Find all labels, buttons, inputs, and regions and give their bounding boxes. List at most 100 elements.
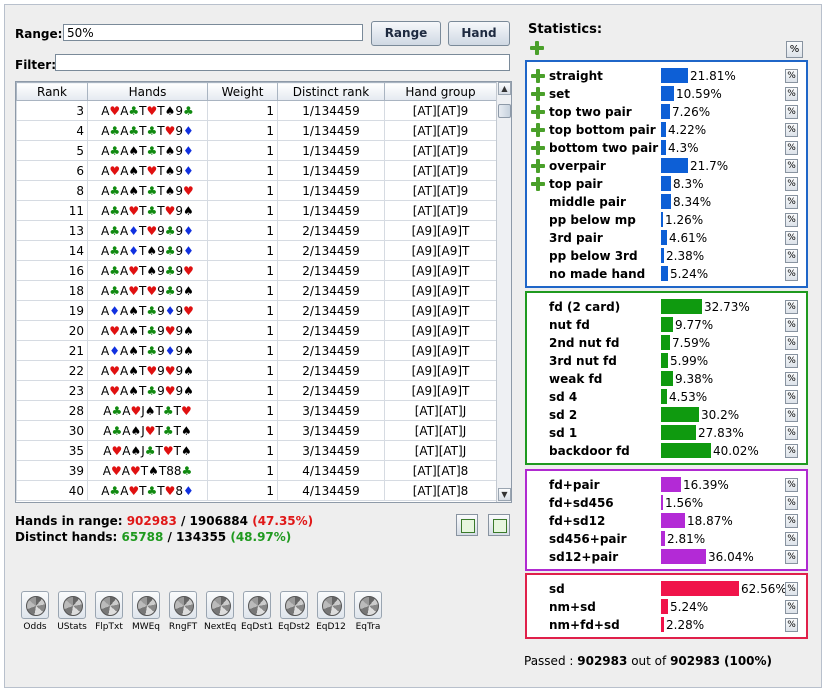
- stat-percent-button[interactable]: %: [785, 390, 798, 404]
- plus-icon[interactable]: [531, 123, 545, 137]
- card-suit-icon: ♣: [164, 263, 176, 278]
- column-header-rank[interactable]: Rank: [16, 82, 88, 101]
- hand-button[interactable]: Hand: [448, 21, 510, 46]
- table-row[interactable]: 21 A♦A♠T♣9♦9♠ 1 2/134459 [A9][A9]T: [16, 340, 497, 361]
- pie-chart-icon: [21, 591, 49, 619]
- stat-percent-button[interactable]: %: [785, 336, 798, 350]
- table-row[interactable]: 28 A♣A♥J♠T♣T♥ 1 3/134459 [AT][AT]J: [16, 400, 497, 421]
- table-row[interactable]: 4 A♣A♣T♣T♥9♦ 1 1/134459 [AT][AT]9: [16, 120, 497, 141]
- card-suit-icon: ♥: [110, 463, 122, 478]
- stat-value: 2.81%: [667, 532, 706, 546]
- stat-name: bottom two pair: [549, 141, 659, 155]
- stat-percent-button[interactable]: %: [785, 478, 798, 492]
- percent-toggle-button[interactable]: %: [786, 41, 803, 58]
- stat-percent-button[interactable]: %: [785, 177, 798, 191]
- table-row[interactable]: 13 A♣A♦T♥9♣9♦ 1 2/134459 [A9][A9]T: [16, 220, 497, 241]
- plus-icon[interactable]: [531, 141, 545, 155]
- stat-percent-button[interactable]: %: [785, 426, 798, 440]
- table-row[interactable]: 14 A♣A♦T♠9♣9♦ 1 2/134459 [A9][A9]T: [16, 240, 497, 261]
- add-statistic-icon[interactable]: [529, 40, 545, 56]
- column-header-hands[interactable]: Hands: [87, 82, 208, 101]
- card-suit-icon: ♠: [128, 183, 140, 198]
- table-row[interactable]: 39 A♥A♥T♠T88♣ 1 4/134459 [AT][AT]8: [16, 460, 497, 481]
- export-left-icon[interactable]: [456, 514, 478, 536]
- stat-percent-button[interactable]: %: [785, 496, 798, 510]
- plus-icon[interactable]: [531, 87, 545, 101]
- stat-percent-button[interactable]: %: [785, 87, 798, 101]
- stat-row: fd+sd12 18.87%%: [527, 512, 806, 530]
- range-input[interactable]: 50%: [63, 24, 363, 41]
- stat-percent-button[interactable]: %: [785, 582, 798, 596]
- card-suit-icon: ♥: [129, 463, 141, 478]
- stat-percent-button[interactable]: %: [785, 123, 798, 137]
- table-row[interactable]: 11 A♣A♥T♣T♥9♠ 1 1/134459 [AT][AT]9: [16, 200, 497, 221]
- tool-eqdst1-button[interactable]: EqDst1: [241, 591, 273, 632]
- tool-eqtra-button[interactable]: EqTra: [352, 591, 384, 632]
- hand-cell: A♣A♠T♣T♠9♥: [87, 180, 208, 201]
- plus-icon[interactable]: [531, 105, 545, 119]
- plus-icon[interactable]: [531, 159, 545, 173]
- table-row[interactable]: 19 A♦A♠T♣9♦9♥ 1 2/134459 [A9][A9]T: [16, 300, 497, 321]
- stat-percent-button[interactable]: %: [785, 354, 798, 368]
- scroll-down-button[interactable]: ▼: [498, 488, 511, 501]
- tool-rngft-button[interactable]: RngFT: [167, 591, 199, 632]
- tool-nexteq-button[interactable]: NextEq: [204, 591, 236, 632]
- tool-eqdst2-button[interactable]: EqDst2: [278, 591, 310, 632]
- table-row[interactable]: 22 A♥A♠T♥9♥9♠ 1 2/134459 [A9][A9]T: [16, 360, 497, 381]
- table-row[interactable]: 23 A♥A♠T♣9♥9♠ 1 2/134459 [A9][A9]T: [16, 380, 497, 401]
- plus-icon[interactable]: [531, 69, 545, 83]
- tool-eqd12-button[interactable]: EqD12: [315, 591, 347, 632]
- table-row[interactable]: 3 A♥A♣T♥T♠9♣ 1 1/134459 [AT][AT]9: [16, 100, 497, 121]
- column-header-weight[interactable]: Weight: [207, 82, 278, 101]
- scroll-thumb[interactable]: [498, 104, 511, 118]
- stat-percent-button[interactable]: %: [785, 444, 798, 458]
- stat-bar: [661, 230, 667, 245]
- stat-percent-button[interactable]: %: [785, 618, 798, 632]
- stat-percent-button[interactable]: %: [785, 532, 798, 546]
- hand-cell: A♥A♥T♠T88♣: [87, 460, 208, 481]
- scroll-up-button[interactable]: ▲: [498, 82, 511, 95]
- stat-percent-button[interactable]: %: [785, 372, 798, 386]
- stat-percent-button[interactable]: %: [785, 195, 798, 209]
- rank-cell: 16: [16, 260, 88, 281]
- tool-flptxt-button[interactable]: FlpTxt: [93, 591, 125, 632]
- filter-input[interactable]: [55, 54, 510, 71]
- stat-percent-button[interactable]: %: [785, 514, 798, 528]
- stat-percent-button[interactable]: %: [785, 267, 798, 281]
- column-header-distinct-rank[interactable]: Distinct rank: [277, 82, 385, 101]
- tool-ustats-button[interactable]: UStats: [56, 591, 88, 632]
- export-right-icon[interactable]: [488, 514, 510, 536]
- tool-odds-button[interactable]: Odds: [19, 591, 51, 632]
- stat-percent-button[interactable]: %: [785, 141, 798, 155]
- stat-percent-button[interactable]: %: [785, 105, 798, 119]
- range-button[interactable]: Range: [371, 21, 441, 46]
- stat-bar: [661, 212, 663, 227]
- table-row[interactable]: 35 A♥A♠J♣T♥T♠ 1 3/134459 [AT][AT]J: [16, 440, 497, 461]
- hand-group-cell: [AT][AT]8: [384, 480, 497, 501]
- distinct-rank-cell: 4/134459: [277, 460, 385, 481]
- table-row[interactable]: 6 A♥A♠T♥T♠9♦ 1 1/134459 [AT][AT]9: [16, 160, 497, 181]
- stat-percent-button[interactable]: %: [785, 69, 798, 83]
- stat-percent-button[interactable]: %: [785, 213, 798, 227]
- table-row[interactable]: 16 A♣A♥T♠9♣9♥ 1 2/134459 [A9][A9]T: [16, 260, 497, 281]
- stat-percent-button[interactable]: %: [785, 249, 798, 263]
- table-row[interactable]: 18 A♣A♥T♥9♣9♠ 1 2/134459 [A9][A9]T: [16, 280, 497, 301]
- plus-icon[interactable]: [531, 177, 545, 191]
- tool-mweq-button[interactable]: MWEq: [130, 591, 162, 632]
- stat-percent-button[interactable]: %: [785, 300, 798, 314]
- stat-percent-button[interactable]: %: [785, 600, 798, 614]
- table-row[interactable]: 20 A♥A♠T♣9♥9♠ 1 2/134459 [A9][A9]T: [16, 320, 497, 341]
- stat-percent-button[interactable]: %: [785, 231, 798, 245]
- stat-percent-button[interactable]: %: [785, 550, 798, 564]
- table-row[interactable]: 40 A♣A♥T♣T♥8♦ 1 4/134459 [AT][AT]8: [16, 480, 497, 501]
- stat-percent-button[interactable]: %: [785, 318, 798, 332]
- stat-percent-button[interactable]: %: [785, 159, 798, 173]
- table-row[interactable]: 30 A♣A♠J♥T♣T♠ 1 3/134459 [AT][AT]J: [16, 420, 497, 441]
- stat-bar: [661, 176, 671, 191]
- stat-value: 5.99%: [670, 354, 709, 368]
- column-header-hand-group[interactable]: Hand group: [384, 82, 497, 101]
- table-scrollbar[interactable]: ▲ ▼: [496, 82, 511, 502]
- table-row[interactable]: 8 A♣A♠T♣T♠9♥ 1 1/134459 [AT][AT]9: [16, 180, 497, 201]
- table-row[interactable]: 5 A♣A♠T♣T♠9♦ 1 1/134459 [AT][AT]9: [16, 140, 497, 161]
- stat-percent-button[interactable]: %: [785, 408, 798, 422]
